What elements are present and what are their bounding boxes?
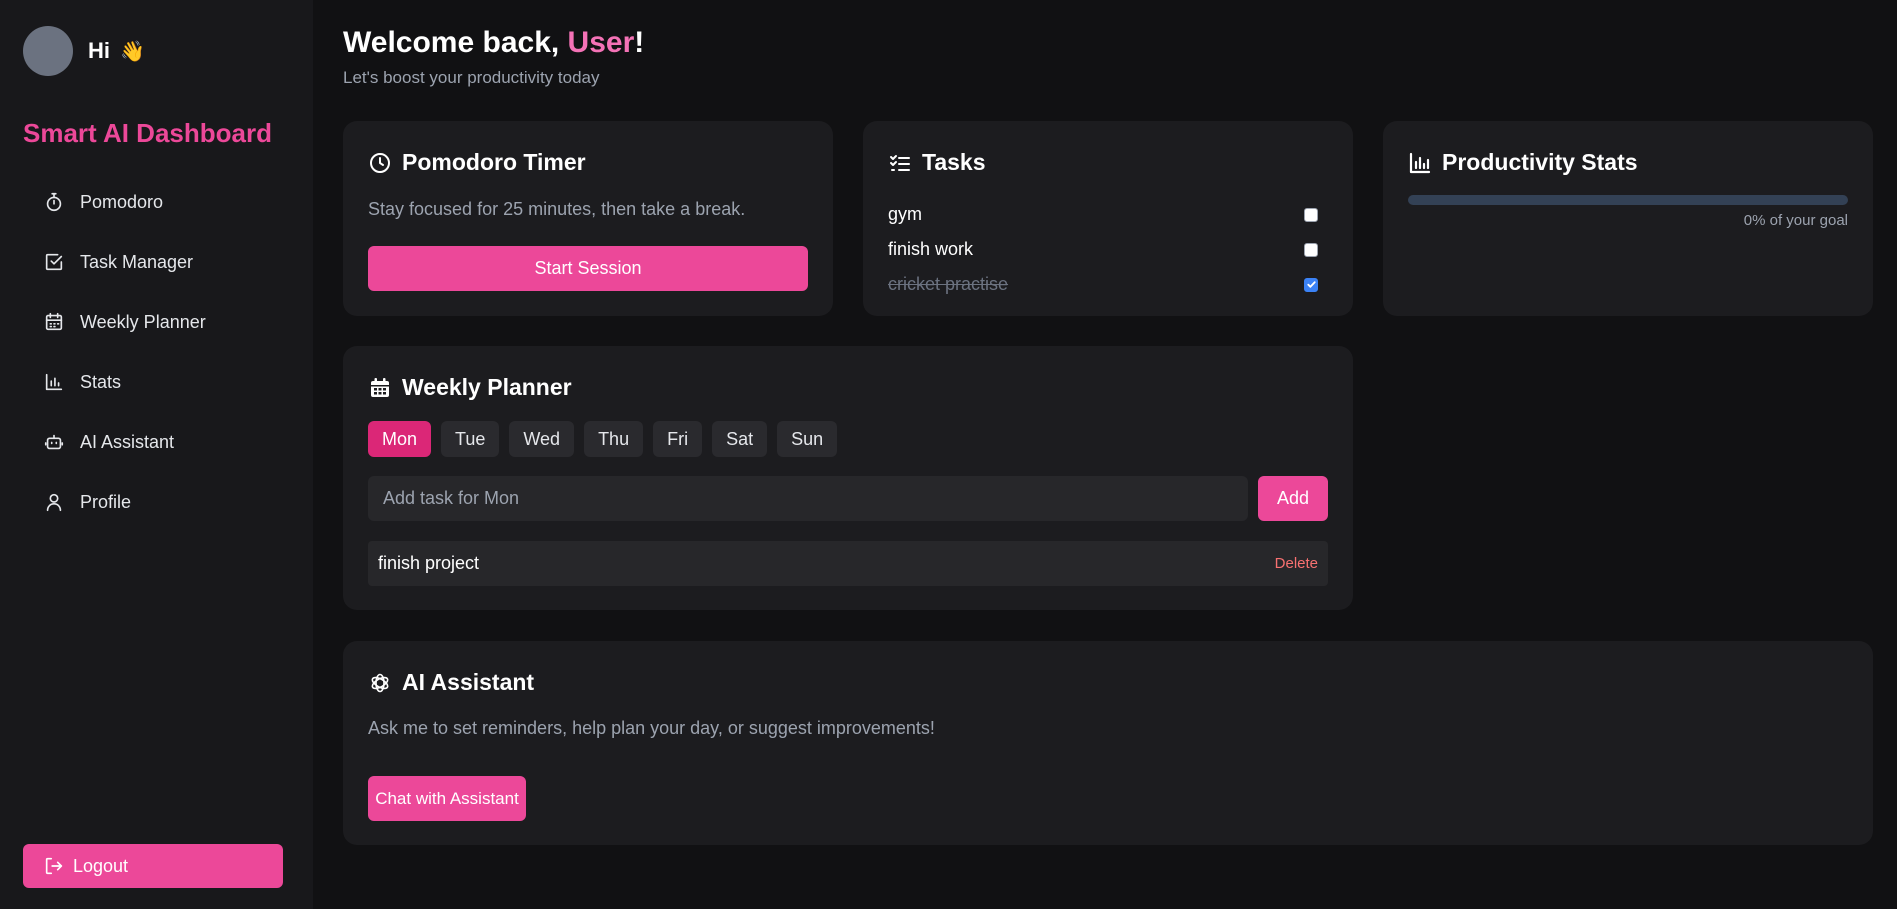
ai-assistant-card: AI Assistant Ask me to set reminders, he… bbox=[343, 641, 1873, 845]
logout-label: Logout bbox=[73, 855, 129, 876]
tasks-title-text: Tasks bbox=[922, 149, 986, 175]
sidebar-item-pomodoro[interactable]: Pomodoro bbox=[30, 182, 290, 222]
page-header: Welcome back, User! Let's boost your pro… bbox=[343, 26, 644, 88]
progress-label: 0% of your goal bbox=[1743, 212, 1848, 229]
assistant-title: AI Assistant bbox=[368, 669, 534, 696]
progress-bar bbox=[1408, 195, 1848, 205]
pomodoro-description: Stay focused for 25 minutes, then take a… bbox=[368, 199, 746, 219]
sidebar-item-label: Stats bbox=[80, 371, 122, 392]
check-icon bbox=[1306, 281, 1316, 288]
sidebar-item-label: Profile bbox=[80, 491, 132, 512]
tab-sat[interactable]: Sat bbox=[712, 421, 768, 457]
delete-button[interactable]: Delete bbox=[1275, 555, 1318, 572]
task-checkbox[interactable] bbox=[1304, 207, 1318, 222]
task-list: gym finish work cricket practise bbox=[888, 197, 1328, 302]
sidebar-item-label: Pomodoro bbox=[80, 191, 164, 212]
sidebar-item-label: AI Assistant bbox=[80, 431, 175, 452]
brand-title: Smart AI Dashboard bbox=[23, 118, 272, 148]
welcome-prefix: Welcome back, bbox=[343, 26, 568, 59]
pomodoro-title-text: Pomodoro Timer bbox=[402, 149, 586, 175]
calendar-icon bbox=[45, 312, 63, 331]
planner-task-input[interactable] bbox=[368, 476, 1248, 521]
bar-chart-icon bbox=[1409, 152, 1431, 173]
task-list-icon bbox=[890, 154, 910, 171]
tab-wed[interactable]: Wed bbox=[509, 421, 575, 457]
stats-title: Productivity Stats bbox=[1408, 149, 1638, 176]
tab-sun[interactable]: Sun bbox=[777, 421, 838, 457]
robot-icon bbox=[44, 434, 64, 450]
user-greeting: Hi 👋 bbox=[23, 26, 145, 76]
ai-assistant-icon bbox=[371, 673, 389, 692]
planner-title: Weekly Planner bbox=[368, 374, 572, 401]
greeting: Hi 👋 bbox=[88, 38, 145, 64]
timer-icon bbox=[46, 192, 62, 212]
task-label: cricket practise bbox=[888, 274, 1009, 294]
avatar[interactable] bbox=[23, 26, 73, 76]
sidebar-item-weekly-planner[interactable]: Weekly Planner bbox=[30, 302, 290, 342]
welcome-suffix: ! bbox=[634, 26, 645, 59]
sidebar-item-label: Task Manager bbox=[80, 251, 194, 272]
chat-with-assistant-button[interactable]: Chat with Assistant bbox=[368, 776, 526, 821]
task-checkbox[interactable] bbox=[1304, 242, 1318, 257]
sidebar-item-ai-assistant[interactable]: AI Assistant bbox=[30, 422, 290, 462]
list-item: finish project Delete bbox=[368, 541, 1328, 586]
day-tabs: Mon Tue Wed Thu Fri Sat Sun bbox=[368, 421, 847, 457]
assistant-description: Ask me to set reminders, help plan your … bbox=[368, 718, 935, 738]
tab-tue[interactable]: Tue bbox=[441, 421, 500, 457]
checkbox-icon bbox=[45, 253, 63, 271]
wave-emoji: 👋 bbox=[120, 40, 145, 63]
task-item: finish work bbox=[888, 232, 1328, 267]
start-session-button[interactable]: Start Session bbox=[368, 246, 808, 291]
sidebar-item-task-manager[interactable]: Task Manager bbox=[30, 242, 290, 282]
task-label: finish work bbox=[888, 239, 974, 259]
sidebar: Hi 👋 Smart AI Dashboard Pomodoro Task Ma… bbox=[0, 0, 313, 909]
task-checkbox[interactable] bbox=[1304, 277, 1318, 292]
bar-chart-icon bbox=[45, 373, 63, 391]
page-title: Welcome back, User! bbox=[343, 26, 644, 60]
tab-thu[interactable]: Thu bbox=[584, 421, 644, 457]
page-subtitle: Let's boost your productivity today bbox=[343, 68, 600, 87]
task-item: gym bbox=[888, 197, 1328, 232]
tasks-card: Tasks gym finish work cricket practise bbox=[863, 121, 1353, 316]
logout-icon bbox=[45, 857, 63, 875]
pomodoro-card: Pomodoro Timer Stay focused for 25 minut… bbox=[343, 121, 833, 316]
tasks-title: Tasks bbox=[888, 149, 986, 176]
sidebar-item-stats[interactable]: Stats bbox=[30, 362, 290, 402]
tab-fri[interactable]: Fri bbox=[653, 421, 703, 457]
weekly-planner-card: Weekly Planner Mon Tue Wed Thu Fri Sat S… bbox=[343, 346, 1353, 610]
task-item: cricket practise bbox=[888, 267, 1328, 302]
stats-title-text: Productivity Stats bbox=[1442, 149, 1638, 175]
planner-item-label: finish project bbox=[378, 553, 480, 573]
pomodoro-title: Pomodoro Timer bbox=[368, 149, 586, 176]
tab-mon[interactable]: Mon bbox=[368, 421, 432, 457]
planner-title-text: Weekly Planner bbox=[402, 374, 572, 400]
add-task-button[interactable]: Add bbox=[1258, 476, 1328, 521]
user-name: User bbox=[567, 26, 635, 59]
sidebar-nav: Pomodoro Task Manager Weekly Planner Sta… bbox=[30, 182, 290, 542]
logout-button[interactable]: Logout bbox=[23, 844, 283, 888]
sidebar-item-profile[interactable]: Profile bbox=[30, 482, 290, 522]
task-label: gym bbox=[888, 204, 923, 224]
assistant-title-text: AI Assistant bbox=[402, 669, 535, 695]
calendar-icon bbox=[371, 377, 389, 397]
stats-card: Productivity Stats 0% of your goal bbox=[1383, 121, 1873, 316]
sidebar-item-label: Weekly Planner bbox=[80, 311, 206, 332]
clock-icon bbox=[370, 152, 390, 173]
user-icon bbox=[46, 493, 62, 512]
greeting-text: Hi bbox=[88, 38, 110, 63]
